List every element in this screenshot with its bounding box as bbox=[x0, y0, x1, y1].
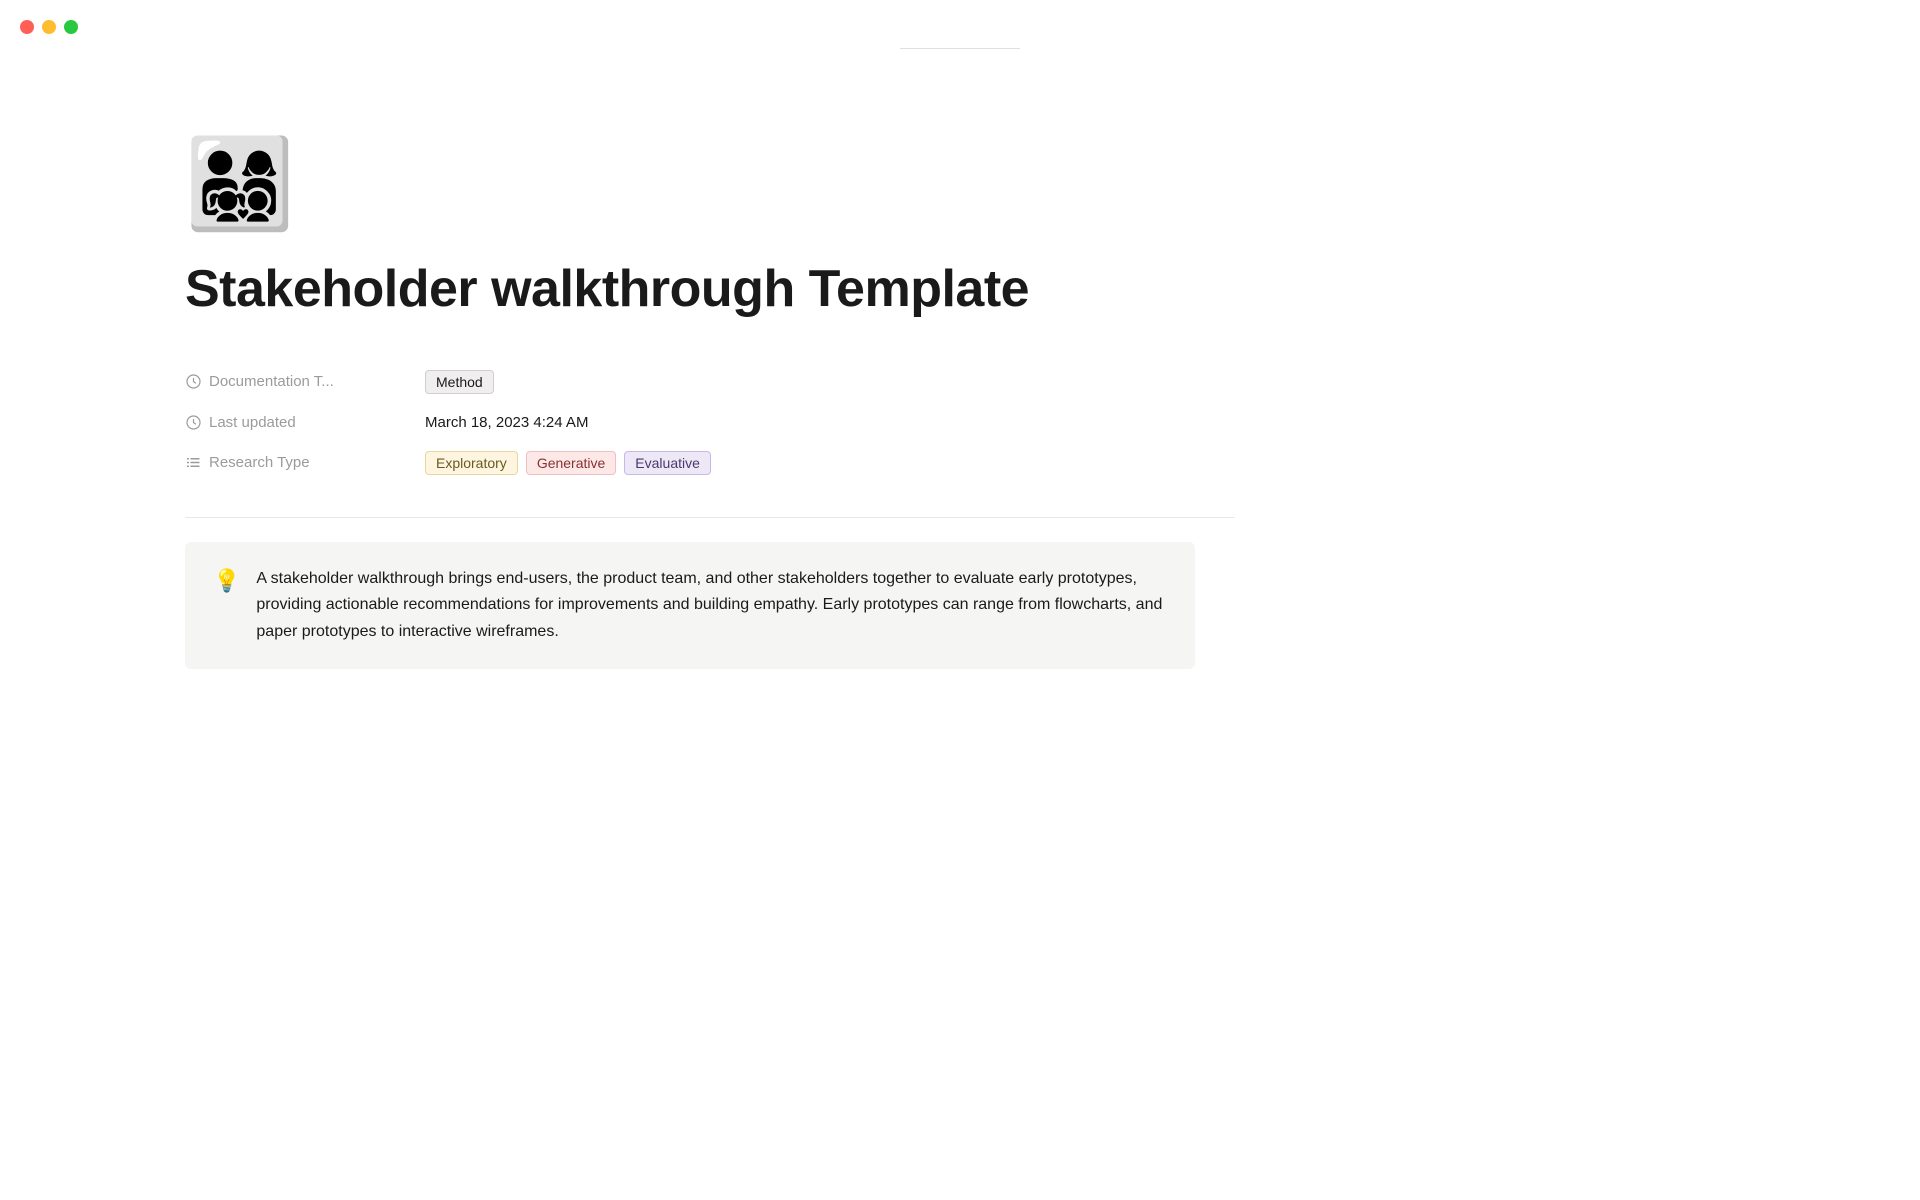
generative-tag[interactable]: Generative bbox=[526, 451, 616, 475]
close-button[interactable] bbox=[20, 20, 34, 34]
minimize-button[interactable] bbox=[42, 20, 56, 34]
property-row-research-type: Research Type Exploratory Generative Eva… bbox=[185, 441, 1235, 485]
section-divider bbox=[185, 517, 1235, 518]
main-content: 👨‍👩‍👧‍👦 Stakeholder walkthrough Template… bbox=[185, 140, 1235, 669]
property-row-documentation: Documentation T... Method bbox=[185, 360, 1235, 404]
property-label-research-type-text: Research Type bbox=[209, 454, 310, 471]
top-divider bbox=[900, 48, 1020, 49]
property-label-research-type: Research Type bbox=[185, 454, 425, 471]
callout-text: A stakeholder walkthrough brings end-use… bbox=[256, 566, 1167, 645]
callout-box: 💡 A stakeholder walkthrough brings end-u… bbox=[185, 542, 1195, 669]
method-tag[interactable]: Method bbox=[425, 370, 494, 394]
evaluative-tag[interactable]: Evaluative bbox=[624, 451, 711, 475]
list-icon bbox=[185, 455, 201, 471]
page-title: Stakeholder walkthrough Template bbox=[185, 260, 1235, 320]
property-label-last-updated: Last updated bbox=[185, 414, 425, 431]
property-row-last-updated: Last updated March 18, 2023 4:24 AM bbox=[185, 404, 1235, 441]
property-label-documentation: Documentation T... bbox=[185, 373, 425, 390]
property-label-last-updated-text: Last updated bbox=[209, 414, 296, 431]
properties-section: Documentation T... Method Last updated M… bbox=[185, 360, 1235, 485]
property-value-documentation[interactable]: Method bbox=[425, 370, 494, 394]
clock-icon bbox=[185, 374, 201, 390]
lightbulb-icon: 💡 bbox=[213, 568, 240, 594]
exploratory-tag[interactable]: Exploratory bbox=[425, 451, 518, 475]
page-icon: 👨‍👩‍👧‍👦 bbox=[185, 140, 1235, 228]
property-value-last-updated[interactable]: March 18, 2023 4:24 AM bbox=[425, 414, 588, 431]
clock-icon-2 bbox=[185, 414, 201, 430]
property-label-documentation-text: Documentation T... bbox=[209, 373, 334, 390]
last-updated-date: March 18, 2023 4:24 AM bbox=[425, 414, 588, 431]
property-value-research-type[interactable]: Exploratory Generative Evaluative bbox=[425, 451, 711, 475]
traffic-lights bbox=[20, 20, 78, 34]
maximize-button[interactable] bbox=[64, 20, 78, 34]
